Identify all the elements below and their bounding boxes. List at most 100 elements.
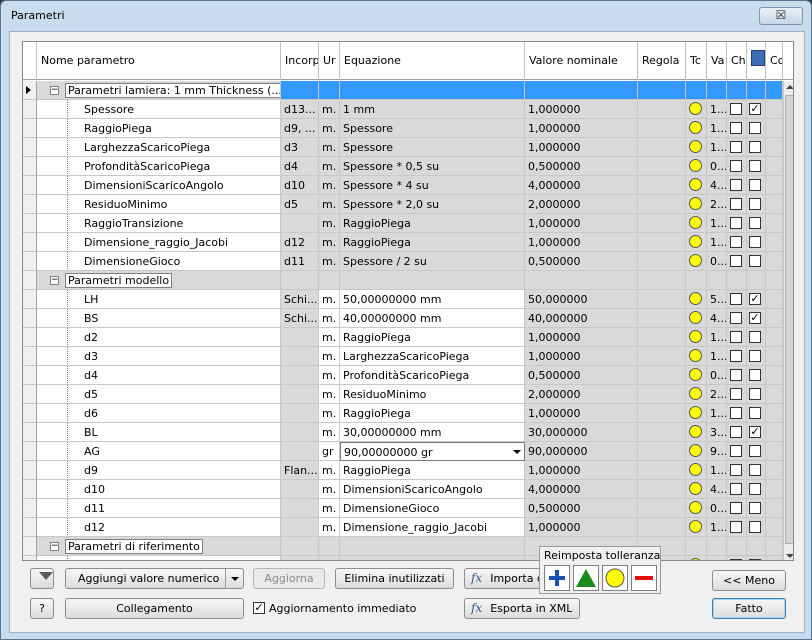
export-checkbox[interactable]	[749, 217, 761, 229]
unit-cell[interactable]: m.	[319, 328, 340, 347]
export-checkbox[interactable]	[749, 502, 761, 514]
key-checkbox[interactable]	[730, 445, 742, 457]
unit-cell[interactable]: m.	[319, 309, 340, 328]
comment-cell[interactable]	[766, 328, 783, 347]
equation-cell[interactable]: Spessore	[340, 119, 525, 138]
key-checkbox[interactable]	[730, 198, 742, 210]
unit-cell[interactable]: m.	[319, 233, 340, 252]
column-header-nominal[interactable]: Valore nominale	[525, 42, 638, 80]
equation-cell[interactable]: 1 mm	[340, 100, 525, 119]
equation-cell[interactable]: Spessore * 2,0 su	[340, 195, 525, 214]
rule-cell[interactable]	[638, 442, 686, 461]
parameter-row[interactable]: d3 m. LarghezzaScaricoPiega 1,000000 1...	[23, 347, 783, 366]
export-checkbox[interactable]	[749, 369, 761, 381]
export-checkbox[interactable]	[749, 559, 761, 560]
tolerance-cell[interactable]	[686, 214, 707, 233]
unit-cell[interactable]: m.	[319, 214, 340, 233]
name-cell[interactable]: BL	[37, 423, 281, 442]
export-checkbox[interactable]	[749, 179, 761, 191]
equation-cell[interactable]: RaggioPiega	[340, 328, 525, 347]
parameter-row[interactable]: d12 m. Dimensione_raggio_Jacobi 1,000000 1..…	[23, 518, 783, 537]
name-cell[interactable]: d6	[37, 404, 281, 423]
parameter-row[interactable]: BS Schi... m. 40,00000000 mm 40,000000 4... ✓	[23, 309, 783, 328]
tolerance-cell[interactable]	[686, 195, 707, 214]
vertical-scrollbar[interactable]	[783, 81, 793, 560]
rule-cell[interactable]	[638, 138, 686, 157]
tolerance-cell[interactable]	[686, 138, 707, 157]
name-cell[interactable]: d5	[37, 385, 281, 404]
unit-cell[interactable]: m.	[319, 138, 340, 157]
rule-cell[interactable]	[638, 404, 686, 423]
parameter-row[interactable]: Spessore d13... m. 1 mm 1,000000 1... ✓	[23, 100, 783, 119]
equation-cell[interactable]: 40,00000000 mm	[340, 309, 525, 328]
tolerance-cell[interactable]	[686, 423, 707, 442]
tolerance-cell[interactable]	[686, 385, 707, 404]
equation-cell[interactable]: Dimensione_raggio_Jacobi	[340, 518, 525, 537]
rule-cell[interactable]	[638, 233, 686, 252]
done-button[interactable]: Fatto	[712, 598, 786, 619]
key-checkbox[interactable]	[730, 559, 742, 560]
parameter-row[interactable]: d10 m. DimensioniScaricoAngolo 4,000000 4...	[23, 480, 783, 499]
export-checkbox[interactable]	[749, 464, 761, 476]
export-checkbox[interactable]	[749, 388, 761, 400]
export-checkbox[interactable]	[749, 160, 761, 172]
unit-cell[interactable]: m.	[319, 480, 340, 499]
rule-cell[interactable]	[638, 480, 686, 499]
comment-cell[interactable]	[766, 290, 783, 309]
name-cell[interactable]: d13	[37, 556, 281, 560]
comment-cell[interactable]	[766, 442, 783, 461]
parameter-row[interactable]: AG gr 90,00000000 gr 90,000000 9...	[23, 442, 783, 461]
tolerance-nominal-button[interactable]	[602, 565, 628, 591]
equation-cell[interactable]: Spessore	[340, 138, 525, 157]
rule-cell[interactable]	[638, 176, 686, 195]
unit-cell[interactable]: m.	[319, 556, 340, 560]
export-checkbox[interactable]	[749, 483, 761, 495]
tolerance-cell[interactable]	[686, 556, 707, 560]
rule-cell[interactable]	[638, 461, 686, 480]
equation-combo[interactable]: 90,00000000 gr	[340, 442, 525, 461]
comment-cell[interactable]	[766, 518, 783, 537]
equation-cell[interactable]: ResiduoMinimo	[340, 385, 525, 404]
close-button[interactable]: ☒	[759, 7, 803, 25]
column-header-regola[interactable]: Regola	[638, 42, 686, 80]
name-cell[interactable]: BS	[37, 309, 281, 328]
key-checkbox[interactable]	[730, 179, 742, 191]
column-header-ch[interactable]: Ch	[727, 42, 747, 80]
unit-cell[interactable]: m.	[319, 290, 340, 309]
unit-cell[interactable]: m.	[319, 499, 340, 518]
tolerance-lower-button[interactable]	[631, 565, 657, 591]
group-row[interactable]: − Parametri modello	[23, 271, 783, 290]
comment-cell[interactable]	[766, 499, 783, 518]
unit-cell[interactable]: m.	[319, 176, 340, 195]
unit-cell[interactable]: m.	[319, 119, 340, 138]
scroll-up-icon[interactable]	[786, 85, 793, 89]
column-header-equation[interactable]: Equazione	[340, 42, 525, 80]
parameter-row[interactable]: LH Schi... m. 50,00000000 mm 50,000000 5... ✓	[23, 290, 783, 309]
tolerance-upper-button[interactable]	[544, 565, 570, 591]
equation-cell[interactable]: Spessore * 4 su	[340, 176, 525, 195]
help-button[interactable]: ?	[30, 598, 54, 619]
name-cell[interactable]: d11	[37, 499, 281, 518]
column-header-name[interactable]: Nome parametro	[37, 42, 281, 80]
column-header-incorp[interactable]: Incorp	[281, 42, 319, 80]
rule-cell[interactable]	[638, 423, 686, 442]
parameter-row[interactable]: d5 m. ResiduoMinimo 2,000000 2...	[23, 385, 783, 404]
unit-cell[interactable]: m.	[319, 423, 340, 442]
parameter-row[interactable]: d9 Flan... m. RaggioPiega 1,000000 1...	[23, 461, 783, 480]
rule-cell[interactable]	[638, 195, 686, 214]
key-checkbox[interactable]	[730, 160, 742, 172]
equation-cell[interactable]: Spessore * 0,5 su	[340, 157, 525, 176]
collapse-icon[interactable]: −	[50, 542, 59, 551]
comment-cell[interactable]	[766, 195, 783, 214]
equation-cell[interactable]: RaggioPiega	[340, 233, 525, 252]
comment-cell[interactable]	[766, 119, 783, 138]
key-checkbox[interactable]	[730, 407, 742, 419]
comment-cell[interactable]	[766, 480, 783, 499]
parameter-row[interactable]: ResiduoMinimo d5 m. Spessore * 2,0 su 2,0000…	[23, 195, 783, 214]
name-cell[interactable]: LH	[37, 290, 281, 309]
export-checkbox[interactable]	[749, 407, 761, 419]
rule-cell[interactable]	[638, 252, 686, 271]
name-cell[interactable]: ProfonditàScaricoPiega	[37, 157, 281, 176]
name-cell[interactable]: d4	[37, 366, 281, 385]
equation-cell[interactable]: RaggioPiega	[340, 461, 525, 480]
